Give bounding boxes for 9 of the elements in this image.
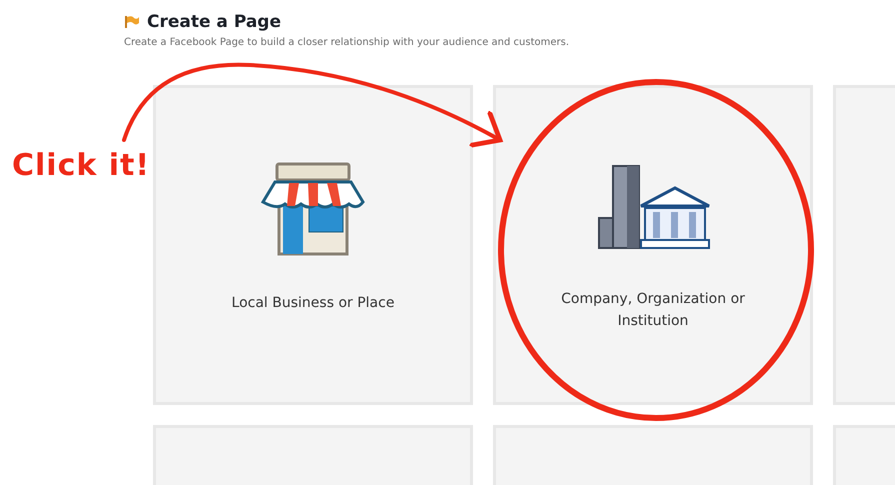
page-title: Create a Page [147, 12, 281, 32]
annotation-text: Click it! [12, 148, 150, 183]
card-label: Local Business or Place [232, 294, 394, 313]
category-card[interactable]: Company, Organization or Institution [493, 85, 813, 405]
flag-icon [124, 15, 140, 29]
category-card[interactable]: Local Business or Place [153, 85, 473, 405]
storefront-icon [261, 162, 365, 258]
card-label: Company, Organization or Institution [560, 290, 746, 331]
page-subtitle: Create a Facebook Page to build a closer relationship with your audience and customers. [124, 37, 570, 48]
